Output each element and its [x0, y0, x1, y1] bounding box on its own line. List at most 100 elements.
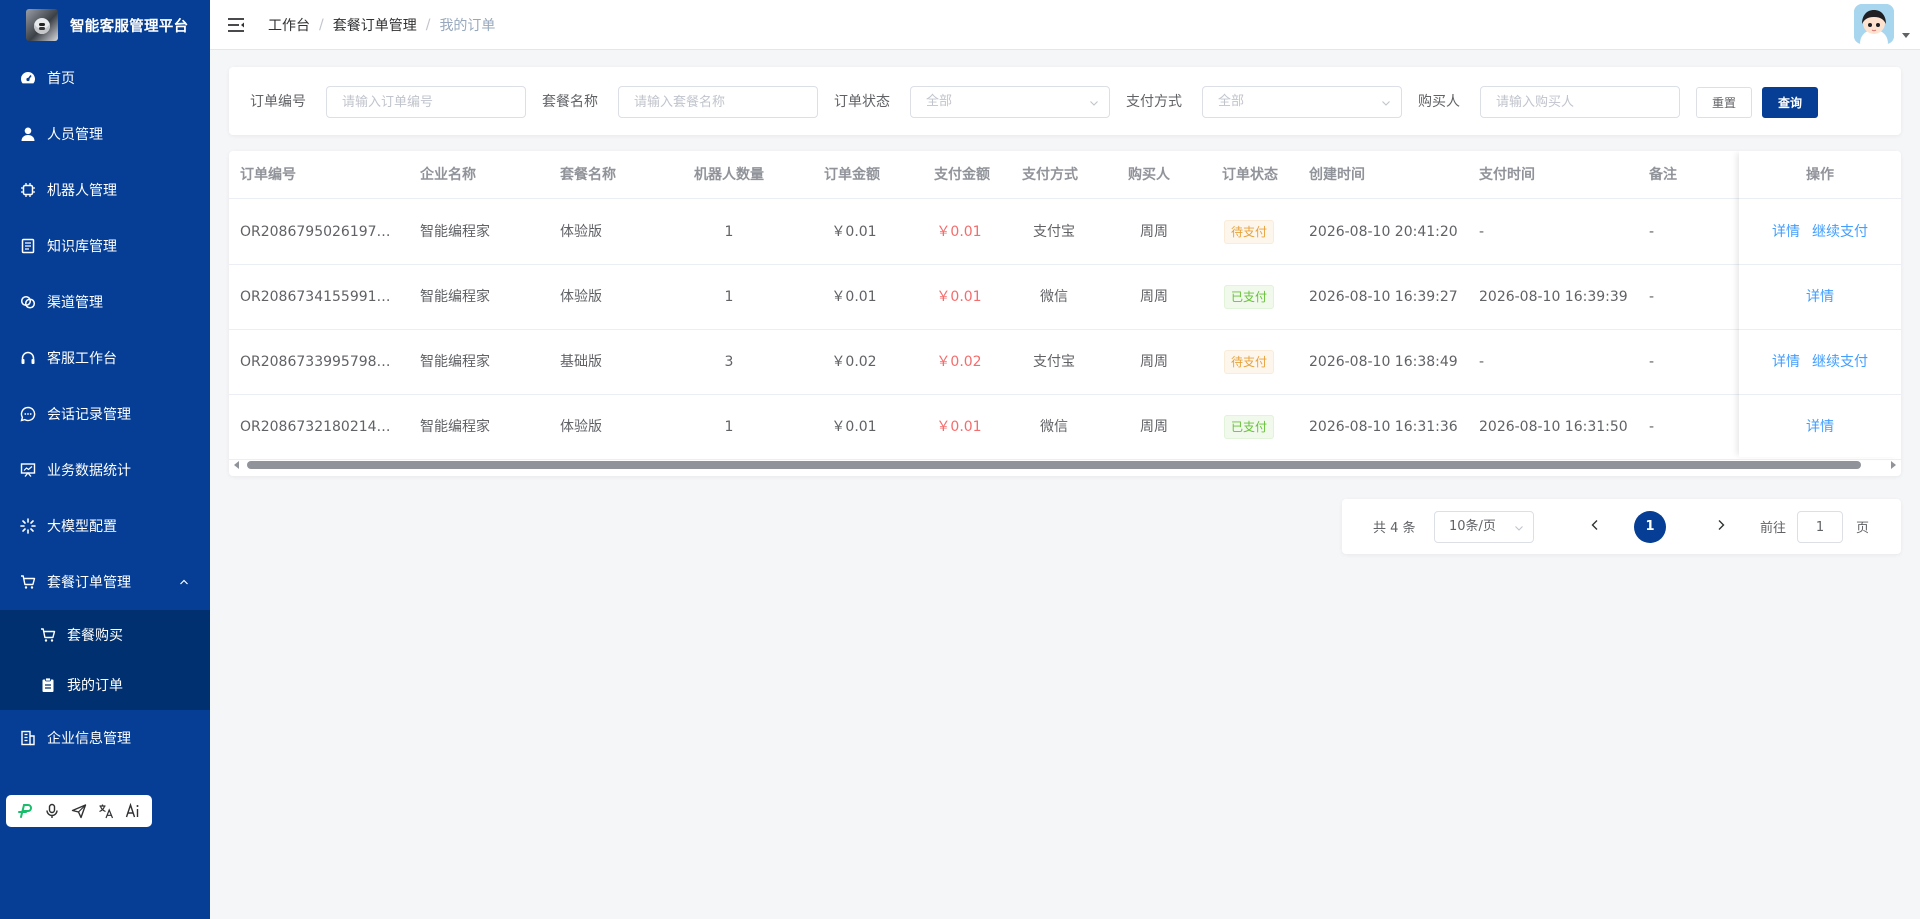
robot-count-cell: 1	[724, 419, 734, 435]
breadcrumb-workbench[interactable]: 工作台	[268, 15, 310, 35]
pay-method-value: 全部	[1218, 94, 1245, 109]
send-icon[interactable]	[70, 802, 88, 820]
sidebar-item-statistics[interactable]: 业务数据统计	[0, 442, 210, 498]
scroll-right-arrow-icon[interactable]	[1891, 461, 1896, 469]
sidebar-item-channels[interactable]: 渠道管理	[0, 274, 210, 330]
package-name-input[interactable]	[618, 86, 818, 118]
detail-link[interactable]: 详情	[1806, 289, 1834, 305]
detail-link[interactable]: 详情	[1772, 224, 1800, 240]
detail-link[interactable]: 详情	[1806, 419, 1834, 435]
column-header: 企业名称	[420, 167, 476, 183]
link-icon	[20, 294, 36, 310]
pay-method-label: 支付方式	[1126, 94, 1182, 110]
total-count: 共 4 条	[1373, 521, 1416, 536]
order-amount-cell: ￥0.01	[831, 289, 877, 305]
breadcrumb-separator: /	[319, 16, 324, 33]
paid-time-cell: 2026-08-10 16:39:39	[1479, 289, 1628, 305]
actions-column: 操作 详情 继续支付 详情 详情 继续支付 详情	[1739, 151, 1901, 460]
remark-cell: -	[1649, 224, 1655, 240]
sidebar-item-package-purchase[interactable]: 套餐购买	[0, 610, 210, 660]
sidebar-item-label: 会话记录管理	[47, 407, 131, 423]
table-row: OR208673218021409... 智能编程家 体验版 1 ￥0.01 ￥…	[229, 395, 1901, 460]
column-header: 支付时间	[1479, 167, 1535, 183]
ai-icon[interactable]	[124, 802, 142, 820]
brand-p-icon[interactable]	[16, 802, 34, 820]
order-status-select[interactable]: 全部	[910, 86, 1110, 118]
sidebar-item-workbench[interactable]: 客服工作台	[0, 330, 210, 386]
sidebar-item-knowledge[interactable]: 知识库管理	[0, 218, 210, 274]
remark-cell: -	[1649, 354, 1655, 370]
paid-amount-cell: ￥0.01	[936, 289, 982, 305]
avatar[interactable]	[1854, 4, 1894, 44]
sidebar-item-enterprise[interactable]: 企业信息管理	[0, 710, 210, 766]
reset-button[interactable]: 重置	[1696, 87, 1752, 118]
sidebar-item-package-orders[interactable]: 套餐订单管理	[0, 554, 210, 610]
created-time-cell: 2026-08-10 20:41:20	[1309, 224, 1458, 240]
company-cell: 智能编程家	[420, 224, 490, 240]
query-button[interactable]: 查询	[1762, 87, 1818, 118]
chevron-down-icon	[1090, 101, 1098, 106]
status-badge: 待支付	[1223, 350, 1274, 374]
sidebar-item-label: 业务数据统计	[47, 463, 131, 479]
company-cell: 智能编程家	[420, 419, 490, 435]
status-badge: 已支付	[1223, 415, 1274, 439]
prev-page-icon[interactable]	[1585, 515, 1605, 535]
page-number-current[interactable]: 1	[1634, 511, 1666, 543]
buyer-input[interactable]	[1480, 86, 1680, 118]
pay-method-cell: 支付宝	[1033, 224, 1075, 240]
microphone-icon[interactable]	[43, 802, 61, 820]
remark-cell: -	[1649, 289, 1655, 305]
column-header: 创建时间	[1309, 167, 1365, 183]
robot-count-cell: 1	[724, 289, 734, 305]
caret-down-icon[interactable]	[1902, 33, 1910, 38]
breadcrumb-separator: /	[425, 16, 431, 33]
buyer-label: 购买人	[1418, 94, 1460, 110]
building-icon	[20, 730, 36, 746]
order-status-value: 全部	[926, 94, 953, 109]
sidebar-item-my-orders[interactable]: 我的订单	[0, 660, 210, 710]
scroll-left-arrow-icon[interactable]	[234, 461, 239, 469]
breadcrumb-package-orders[interactable]: 套餐订单管理	[333, 15, 417, 35]
page-size-value: 10条/页	[1449, 519, 1496, 534]
pay-method-cell: 支付宝	[1033, 354, 1075, 370]
status-cell: 待支付	[1204, 330, 1294, 395]
pay-method-select[interactable]: 全部	[1202, 86, 1402, 118]
sidebar-item-llm-config[interactable]: 大模型配置	[0, 498, 210, 554]
order-no-cell: OR208673415599129...	[240, 289, 398, 305]
buyer-cell: 周周	[1140, 289, 1168, 305]
brand-logo	[26, 9, 58, 41]
horizontal-scrollbar[interactable]	[229, 458, 1901, 470]
sidebar-item-home[interactable]: 首页	[0, 50, 210, 106]
robot-count-cell: 3	[724, 354, 734, 370]
buyer-cell: 周周	[1140, 419, 1168, 435]
status-badge: 待支付	[1223, 220, 1274, 244]
order-no-input[interactable]	[326, 86, 526, 118]
actions-cell: 详情 继续支付	[1739, 200, 1901, 265]
document-icon	[20, 238, 36, 254]
sidebar-item-sessions[interactable]: 会话记录管理	[0, 386, 210, 442]
column-header: 订单金额	[824, 167, 880, 183]
order-no-cell: OR208679502619722...	[240, 224, 398, 240]
table-header: 订单编号 企业名称 套餐名称 机器人数量 订单金额 支付金额 支付方式 购买人 …	[229, 151, 1901, 199]
sidebar-item-robots[interactable]: 机器人管理	[0, 162, 210, 218]
company-cell: 智能编程家	[420, 354, 490, 370]
table-row: OR208679502619722... 智能编程家 体验版 1 ￥0.01 ￥…	[229, 200, 1901, 265]
order-amount-cell: ￥0.01	[831, 419, 877, 435]
column-header: 操作	[1739, 151, 1901, 199]
detail-link[interactable]: 详情	[1772, 354, 1800, 370]
column-header: 支付方式	[1022, 167, 1078, 183]
package-cell: 体验版	[560, 224, 602, 240]
pagination: 共 4 条 10条/页 1 前往 页	[1342, 499, 1901, 554]
paid-time-cell: -	[1479, 354, 1485, 370]
continue-pay-link[interactable]: 继续支付	[1812, 224, 1868, 240]
sidebar-item-staff[interactable]: 人员管理	[0, 106, 210, 162]
page-size-select[interactable]: 10条/页	[1434, 511, 1534, 543]
translate-icon[interactable]	[97, 802, 115, 820]
continue-pay-link[interactable]: 继续支付	[1812, 354, 1868, 370]
column-header: 订单编号	[240, 167, 296, 183]
next-page-icon[interactable]	[1711, 515, 1731, 535]
scrollbar-thumb[interactable]	[247, 461, 1861, 469]
goto-page-input[interactable]	[1797, 511, 1843, 543]
breadcrumb: 工作台 / 套餐订单管理 / 我的订单	[268, 15, 495, 35]
menu-fold-icon[interactable]	[227, 16, 245, 34]
